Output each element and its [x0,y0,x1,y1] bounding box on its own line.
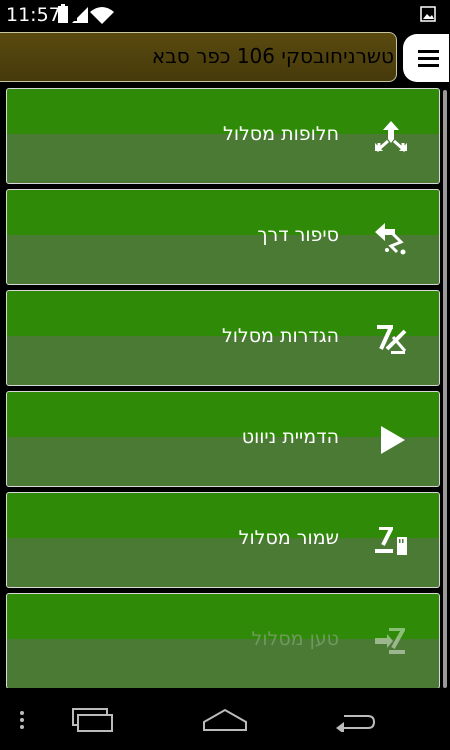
address-bar: טשרניחובסקי 106 כפר סבא [0,32,397,82]
header: טשרניחובסקי 106 כפר סבא [0,30,450,82]
signal-icon [72,7,88,23]
turn-by-turn-icon [375,223,406,255]
status-icons [58,4,114,24]
menu-item-label: טען מסלול [251,628,339,650]
menu-list[interactable]: חלופות מסלול סיפור דרך הגדרות מסלול הדמי… [0,82,450,688]
menu-item-route-alternatives[interactable]: חלופות מסלול [6,88,440,184]
system-nav-bar [0,688,450,750]
wifi-icon [90,7,114,24]
menu-item-navigation-simulation[interactable]: הדמיית ניווט [6,391,440,487]
menu-item-label: שמור מסלול [238,527,339,549]
menu-item-label: הדמיית ניווט [241,426,339,448]
menu-item-label: הגדרות מסלול [221,325,339,347]
status-bar: 11:57 [0,0,450,30]
recent-apps-icon[interactable] [72,708,114,732]
battery-icon [58,4,68,23]
menu-item-label: חלופות מסלול [223,123,339,145]
menu-item-label: סיפור דרך [257,224,339,246]
route-settings-icon [377,325,407,354]
route-alternatives-icon [375,121,407,153]
status-time: 11:57 [6,4,61,26]
image-notification-icon [420,6,436,22]
back-icon[interactable] [334,710,376,732]
overflow-menu-icon[interactable] [18,710,26,730]
menu-button[interactable] [403,34,449,82]
save-route-icon [375,527,407,555]
page-title: טשרניחובסקי 106 כפר סבא [151,44,394,68]
menu-item-load-route[interactable]: טען מסלול [6,593,440,688]
load-route-icon [375,628,405,654]
menu-item-save-route[interactable]: שמור מסלול [6,492,440,588]
play-icon [381,426,405,454]
home-icon[interactable] [202,708,248,732]
scrollbar[interactable] [443,90,447,688]
menu-item-turn-by-turn[interactable]: סיפור דרך [6,189,440,285]
menu-item-route-settings[interactable]: הגדרות מסלול [6,290,440,386]
